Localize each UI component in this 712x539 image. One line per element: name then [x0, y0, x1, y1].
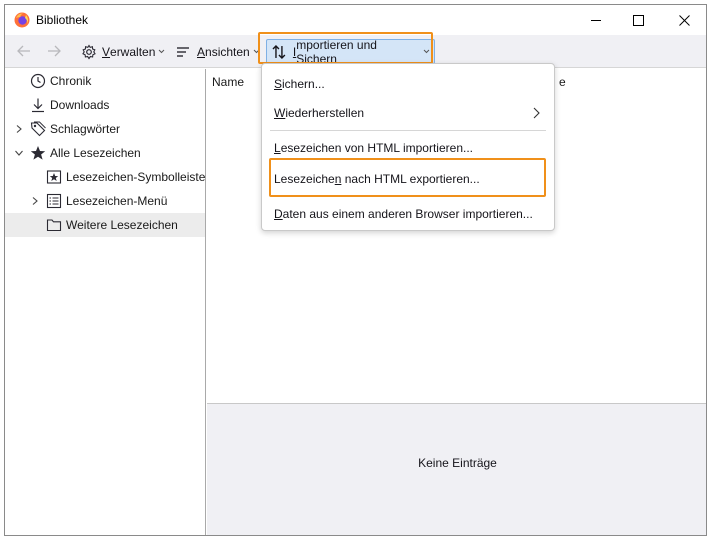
close-button[interactable] [661, 5, 706, 35]
close-icon [678, 14, 690, 26]
sidebar-item-downloads[interactable]: Downloads [5, 93, 205, 117]
gear-icon [82, 43, 96, 59]
chevron-down-icon[interactable] [15, 149, 23, 157]
minimize-icon [590, 19, 601, 21]
chevron-right-icon [533, 107, 540, 119]
column-header-partial[interactable]: e [559, 75, 566, 89]
tag-icon [30, 121, 46, 137]
organize-label-underline: V [102, 44, 111, 59]
menu-list-icon [46, 193, 62, 209]
folder-icon [46, 219, 62, 232]
views-label: nsichten [205, 44, 250, 59]
sidebar-item-label: Downloads [50, 98, 110, 112]
arrow-left-icon[interactable] [16, 43, 32, 59]
clock-icon [30, 73, 46, 89]
arrow-right-icon[interactable] [46, 43, 62, 59]
empty-state-text: Keine Einträge [418, 456, 497, 470]
maximize-icon [632, 14, 644, 26]
sidebar-item-label: Schlagwörter [50, 122, 121, 136]
sidebar-item-other-bookmarks[interactable]: Weitere Lesezeichen [5, 213, 205, 237]
sidebar-item-label: Lesezeichen-Symbolleiste [66, 170, 206, 184]
download-icon [32, 98, 44, 113]
chevron-right-icon[interactable] [31, 197, 39, 205]
list-icon [177, 46, 189, 57]
organize-label: erwalten [110, 44, 156, 59]
menu-separator [270, 130, 546, 131]
sidebar-item-history[interactable]: Chronik [5, 69, 205, 93]
title-bar: Bibliothek [5, 5, 706, 35]
star-icon [30, 146, 46, 160]
views-button[interactable]: Ansichten [171, 39, 264, 64]
minimize-button[interactable] [573, 5, 619, 35]
highlight-import-button [258, 32, 433, 64]
sidebar-item-label: Alle Lesezeichen [50, 146, 141, 160]
details-pane: Keine Einträge [207, 403, 706, 535]
window-title: Bibliothek [36, 13, 89, 27]
highlight-export-item [269, 158, 546, 197]
sidebar-item-label: Lesezeichen-Menü [66, 194, 168, 208]
chevron-right-icon[interactable] [15, 125, 23, 133]
menu-item-backup[interactable]: Sichern... [262, 71, 554, 97]
sidebar-item-all-bookmarks[interactable]: Alle Lesezeichen [5, 141, 205, 165]
sidebar-item-bookmarks-toolbar[interactable]: Lesezeichen-Symbolleiste [5, 165, 205, 189]
sidebar-item-label: Chronik [50, 74, 92, 88]
sidebar-item-bookmarks-menu[interactable]: Lesezeichen-Menü [5, 189, 205, 213]
sidebar-item-label: Weitere Lesezeichen [66, 218, 178, 232]
menu-item-restore[interactable]: Wiederherstellen [262, 100, 554, 126]
column-header-name[interactable]: Name [212, 75, 244, 89]
chevron-down-icon [159, 49, 165, 54]
organize-button[interactable]: Verwalten [77, 39, 169, 64]
views-label-underline: A [197, 44, 206, 59]
toolbar-star-icon [46, 170, 62, 184]
sidebar-item-tags[interactable]: Schlagwörter [5, 117, 205, 141]
import-backup-menu: Sichern... Wiederherstellen Lesezeichen … [261, 63, 555, 231]
sidebar-tree: Chronik Downloads Schlagwörter Alle Lese… [5, 69, 206, 535]
maximize-button[interactable] [615, 5, 661, 35]
firefox-icon [14, 12, 30, 28]
menu-item-import-other-browser[interactable]: Daten aus einem anderen Browser importie… [262, 201, 554, 227]
